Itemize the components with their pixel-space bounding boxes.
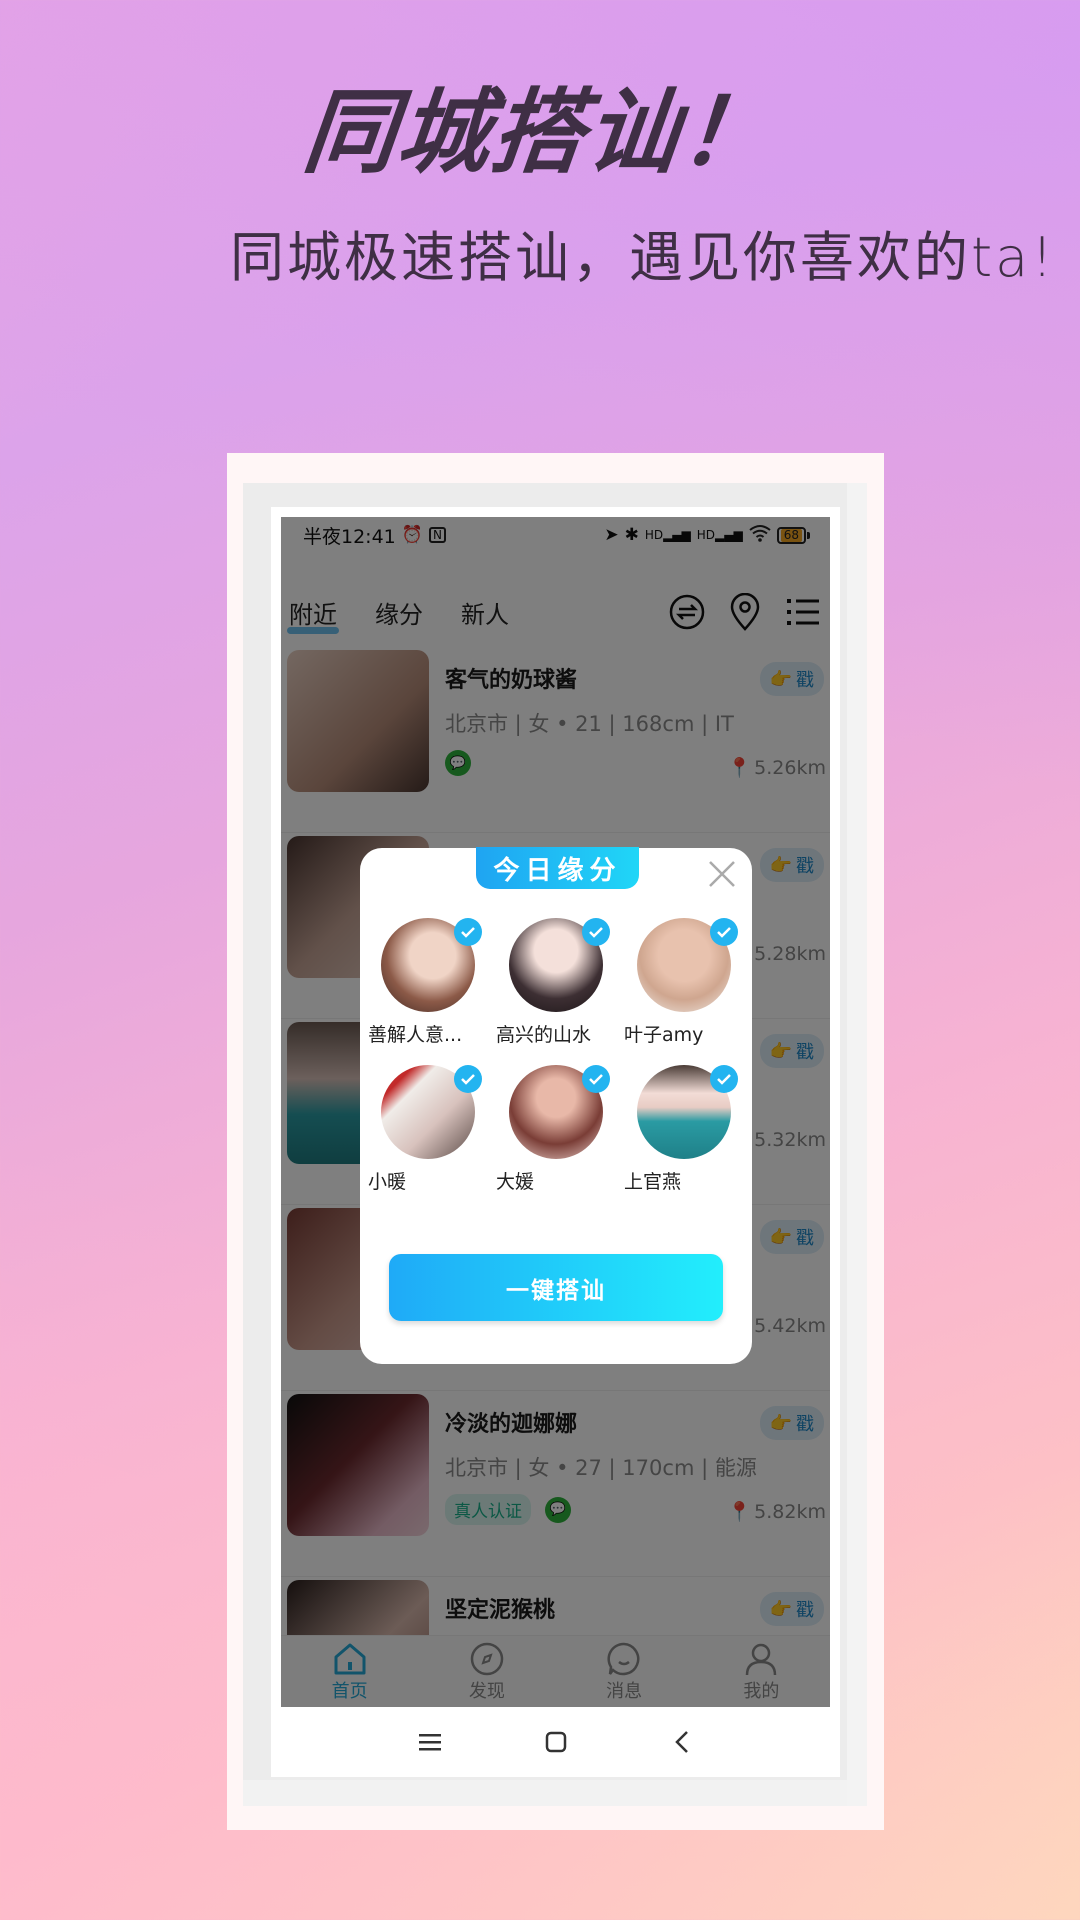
home-button[interactable] <box>541 1727 571 1757</box>
back-button[interactable] <box>667 1727 697 1757</box>
modal-title: 今日缘分 <box>476 847 639 889</box>
match-card[interactable]: 大媛 <box>496 1065 624 1194</box>
match-name: 大媛 <box>496 1171 535 1193</box>
match-name: 小暖 <box>368 1171 407 1193</box>
system-nav-bar <box>281 1707 830 1777</box>
match-card[interactable]: 高兴的山水 <box>496 918 624 1047</box>
hero-title: 同城搭讪！ <box>298 79 780 186</box>
recent-apps-button[interactable] <box>415 1727 445 1757</box>
match-card[interactable]: 善解人意... <box>368 918 496 1047</box>
match-card[interactable]: 小暖 <box>368 1065 496 1194</box>
match-card[interactable]: 上官燕 <box>624 1065 752 1194</box>
match-grid: 善解人意... 高兴的山水 叶子amy 小暖 大媛 上官燕 <box>368 918 752 1194</box>
match-name: 上官燕 <box>624 1171 682 1193</box>
check-icon[interactable] <box>582 1065 610 1093</box>
check-icon[interactable] <box>582 918 610 946</box>
match-name: 高兴的山水 <box>496 1024 592 1046</box>
check-icon[interactable] <box>710 918 738 946</box>
match-name: 叶子amy <box>624 1024 704 1046</box>
match-name: 善解人意... <box>368 1024 463 1046</box>
daily-match-modal: 今日缘分 善解人意... 高兴的山水 叶子amy 小暖 大媛 上官燕 一键搭讪 <box>360 847 752 1364</box>
check-icon[interactable] <box>710 1065 738 1093</box>
close-icon[interactable] <box>706 858 738 890</box>
hero-subtitle: 同城极速搭讪，遇见你喜欢的ta! <box>230 226 1056 289</box>
check-icon[interactable] <box>454 918 482 946</box>
match-card[interactable]: 叶子amy <box>624 918 752 1047</box>
check-icon[interactable] <box>454 1065 482 1093</box>
one-click-approach-button[interactable]: 一键搭讪 <box>389 1254 723 1321</box>
